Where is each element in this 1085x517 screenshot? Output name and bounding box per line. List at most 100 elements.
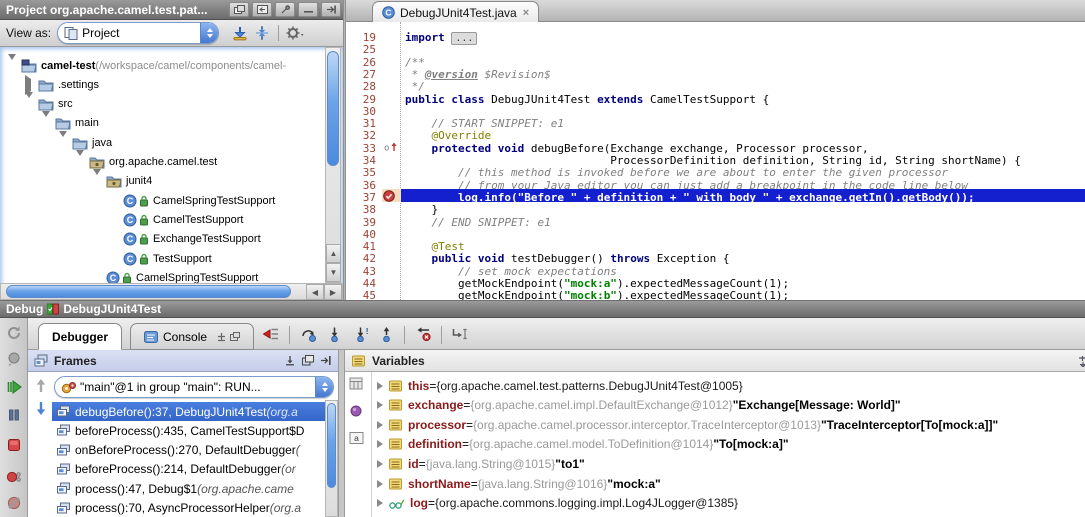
console-icon — [144, 331, 158, 343]
expand-arrow-icon[interactable] — [377, 401, 383, 409]
auto-mode-icon[interactable]: a — [349, 431, 365, 445]
evaluate-expression-icon[interactable] — [349, 377, 365, 391]
step-out-icon[interactable] — [373, 324, 399, 344]
combo-stepper[interactable] — [200, 23, 218, 43]
tree-scroll-up-button[interactable]: ▲ — [326, 244, 341, 263]
tree-scroll-left-button[interactable]: ◀ — [306, 284, 324, 300]
tree-hscrollbar[interactable]: ◀ ▶ — [0, 283, 343, 300]
stack-frame-row[interactable]: onBeforeProcess():270, DefaultDebugger ( — [52, 441, 338, 460]
tree-scroll-down-button[interactable]: ▼ — [326, 263, 341, 282]
show-execution-gray-icon[interactable] — [5, 350, 23, 368]
scroll-to-source-icon[interactable] — [284, 355, 296, 366]
expand-arrow-icon[interactable] — [377, 460, 383, 468]
collapse-all-icon[interactable] — [251, 23, 273, 43]
step-into-icon[interactable] — [321, 324, 347, 344]
frames-vscrollbar[interactable] — [325, 400, 338, 517]
tree-item[interactable]: CCamelTestSupport — [0, 210, 325, 229]
stack-frame-row[interactable]: debugBefore():37, DebugJUnit4Test (org.a — [52, 402, 338, 421]
expand-arrow-icon[interactable] — [8, 60, 18, 72]
tree-vscrollbar[interactable]: ▲ ▼ — [325, 47, 341, 283]
tree-item[interactable]: main — [0, 114, 325, 133]
minimize-icon[interactable] — [298, 2, 318, 17]
drop-frame-icon[interactable] — [410, 324, 436, 344]
code-token: ProcessorDefinition definition, String i… — [405, 154, 1021, 167]
tree-item[interactable]: junit4 — [0, 172, 325, 191]
tree-item[interactable]: camel-test (/workspace/camel/components/… — [0, 56, 325, 75]
stack-frame-row[interactable]: process():70, AsyncProcessorHelper (org.… — [52, 499, 338, 517]
expand-arrow-icon[interactable] — [377, 440, 383, 448]
force-step-into-icon[interactable]: ! — [347, 324, 373, 344]
gear-menu-icon[interactable] — [284, 23, 306, 43]
thread-selector[interactable]: "main"@1 in group "main": RUN... — [54, 376, 334, 398]
float-window-icon[interactable] — [302, 355, 314, 366]
stack-frame-row[interactable]: beforeProcess():435, CamelTestSupport$D — [52, 421, 338, 440]
hide-panel-icon[interactable] — [321, 2, 341, 17]
tree-scroll-right-button[interactable]: ▶ — [324, 284, 342, 300]
pin-output-icon[interactable] — [217, 332, 226, 342]
run-to-cursor-icon[interactable] — [447, 324, 473, 344]
variable-row[interactable]: processor = {org.apache.camel.processor.… — [377, 415, 1082, 434]
expand-arrow-icon[interactable] — [25, 98, 35, 110]
expand-arrow-icon[interactable] — [93, 175, 103, 187]
tree-item[interactable]: org.apache.camel.test — [0, 153, 325, 172]
step-over-icon[interactable] — [295, 324, 321, 344]
thread-stepper[interactable] — [315, 377, 333, 397]
code-token: import — [405, 31, 451, 44]
expand-arrow-icon[interactable] — [25, 79, 35, 91]
variable-row[interactable]: id = {java.lang.String@1015}"to1" — [377, 454, 1082, 473]
rerun-icon[interactable] — [5, 324, 23, 342]
frames-vscroll-thumb[interactable] — [327, 403, 336, 488]
breakpoint-icon[interactable] — [383, 190, 395, 202]
pin-icon[interactable] — [275, 2, 295, 17]
view-breakpoints-icon[interactable] — [5, 468, 23, 486]
float-icon[interactable] — [229, 2, 249, 17]
variable-row[interactable]: exchange = {org.apache.camel.impl.Defaul… — [377, 396, 1082, 415]
open-in-window-icon[interactable] — [230, 332, 240, 342]
variable-row[interactable]: definition = {org.apache.camel.model.ToD… — [377, 435, 1082, 454]
tree-item[interactable]: CExchangeTestSupport — [0, 230, 325, 249]
expand-arrow-icon[interactable] — [377, 382, 383, 390]
tree-item[interactable]: .settings — [0, 75, 325, 94]
stack-frame-row[interactable]: beforeProcess():214, DefaultDebugger (or — [52, 460, 338, 479]
expand-arrow-icon[interactable] — [377, 421, 383, 429]
resume-icon[interactable] — [5, 378, 23, 396]
dock-icon[interactable] — [320, 355, 332, 366]
editor-tab-debugjunit4test[interactable]: C DebugJUnit4Test.java × — [372, 1, 539, 23]
prev-frame-icon[interactable] — [34, 378, 48, 394]
expand-arrow-icon[interactable] — [42, 117, 52, 129]
svg-text:a: a — [354, 433, 359, 443]
show-execution-point-icon[interactable] — [258, 324, 284, 344]
tree-item[interactable]: java — [0, 133, 325, 152]
mute-breakpoints-icon[interactable] — [5, 494, 23, 512]
debug-titlebar: Debug DebugJUnit4Test — [0, 300, 1085, 318]
expand-arrow-icon[interactable] — [59, 137, 69, 149]
override-icon[interactable]: o — [383, 141, 399, 153]
frames-variables-splitter[interactable] — [338, 350, 345, 517]
tree-item[interactable]: CTestSupport — [0, 249, 325, 268]
tab-close-icon[interactable]: × — [523, 7, 529, 19]
stop-icon[interactable] — [5, 436, 23, 454]
variable-row[interactable]: this = {org.apache.camel.test.patterns.D… — [377, 376, 1082, 395]
scroll-from-source-icon[interactable] — [252, 2, 272, 17]
tree-hscroll-thumb[interactable] — [6, 285, 291, 298]
tree-vscroll-thumb[interactable] — [327, 51, 339, 166]
pause-icon[interactable] — [5, 406, 23, 424]
expand-arrow-icon[interactable] — [377, 499, 383, 507]
expand-arrow-icon[interactable] — [76, 156, 86, 168]
variable-row[interactable]: log = {org.apache.commons.logging.impl.L… — [377, 494, 1082, 513]
variable-row[interactable]: shortName = {java.lang.String@1016}"mock… — [377, 474, 1082, 493]
autoscroll-from-source-icon[interactable] — [229, 23, 251, 43]
variables-header-button[interactable] — [1077, 355, 1085, 367]
tab-console[interactable]: Console — [130, 323, 254, 350]
tree-item[interactable]: CCamelSpringTestSupport — [0, 191, 325, 210]
stack-frame-row[interactable]: process():47, Debug$1 (org.apache.came — [52, 479, 338, 498]
variables-side-toolbar: a — [345, 372, 372, 517]
code-token — [405, 117, 432, 130]
watch-icon[interactable] — [349, 404, 365, 418]
next-frame-icon[interactable] — [34, 400, 48, 416]
view-as-combo[interactable]: Project — [57, 22, 219, 44]
lock-icon — [139, 195, 149, 207]
tab-debugger[interactable]: Debugger — [38, 323, 122, 350]
folded-imports[interactable]: ... — [451, 32, 477, 45]
expand-arrow-icon[interactable] — [377, 480, 383, 488]
